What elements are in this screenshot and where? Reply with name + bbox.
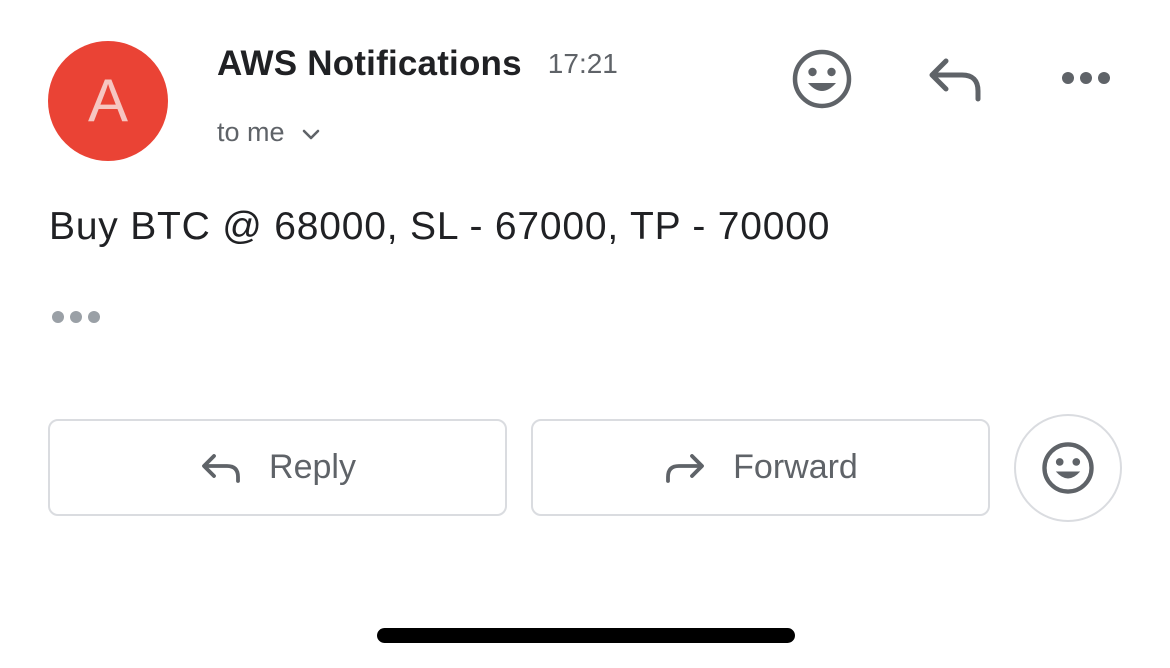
forward-arrow-icon — [666, 453, 705, 483]
message-time: 17:21 — [547, 48, 618, 79]
avatar[interactable]: A — [48, 41, 168, 161]
react-emoji-button[interactable] — [1014, 414, 1122, 522]
sender-row: AWS Notifications 17:21 — [217, 42, 618, 86]
smiley-face-icon — [792, 49, 852, 109]
reply-arrow-icon — [202, 453, 240, 483]
chevron-down-icon — [302, 129, 319, 140]
reply-button-label: Reply — [269, 448, 356, 486]
home-indicator[interactable] — [377, 628, 795, 643]
recipient-details-toggle[interactable]: to me — [217, 112, 321, 152]
add-reaction-button[interactable] — [788, 45, 856, 113]
message-body: Buy BTC @ 68000, SL - 67000, TP - 70000 — [49, 205, 831, 248]
show-trimmed-content-button[interactable] — [50, 302, 106, 332]
reply-button[interactable]: Reply — [48, 419, 507, 516]
more-options-button[interactable] — [1052, 52, 1120, 104]
forward-button-label: Forward — [733, 448, 858, 486]
forward-button[interactable]: Forward — [531, 419, 990, 516]
reply-header-button[interactable] — [920, 48, 988, 108]
recipient-label: to me — [217, 116, 285, 147]
smiley-face-icon — [1042, 442, 1094, 494]
reply-arrow-icon — [929, 58, 981, 102]
ellipsis-icon — [52, 311, 100, 323]
more-horizontal-icon — [1062, 72, 1110, 84]
sender-name[interactable]: AWS Notifications — [217, 44, 522, 84]
avatar-letter: A — [87, 67, 129, 134]
